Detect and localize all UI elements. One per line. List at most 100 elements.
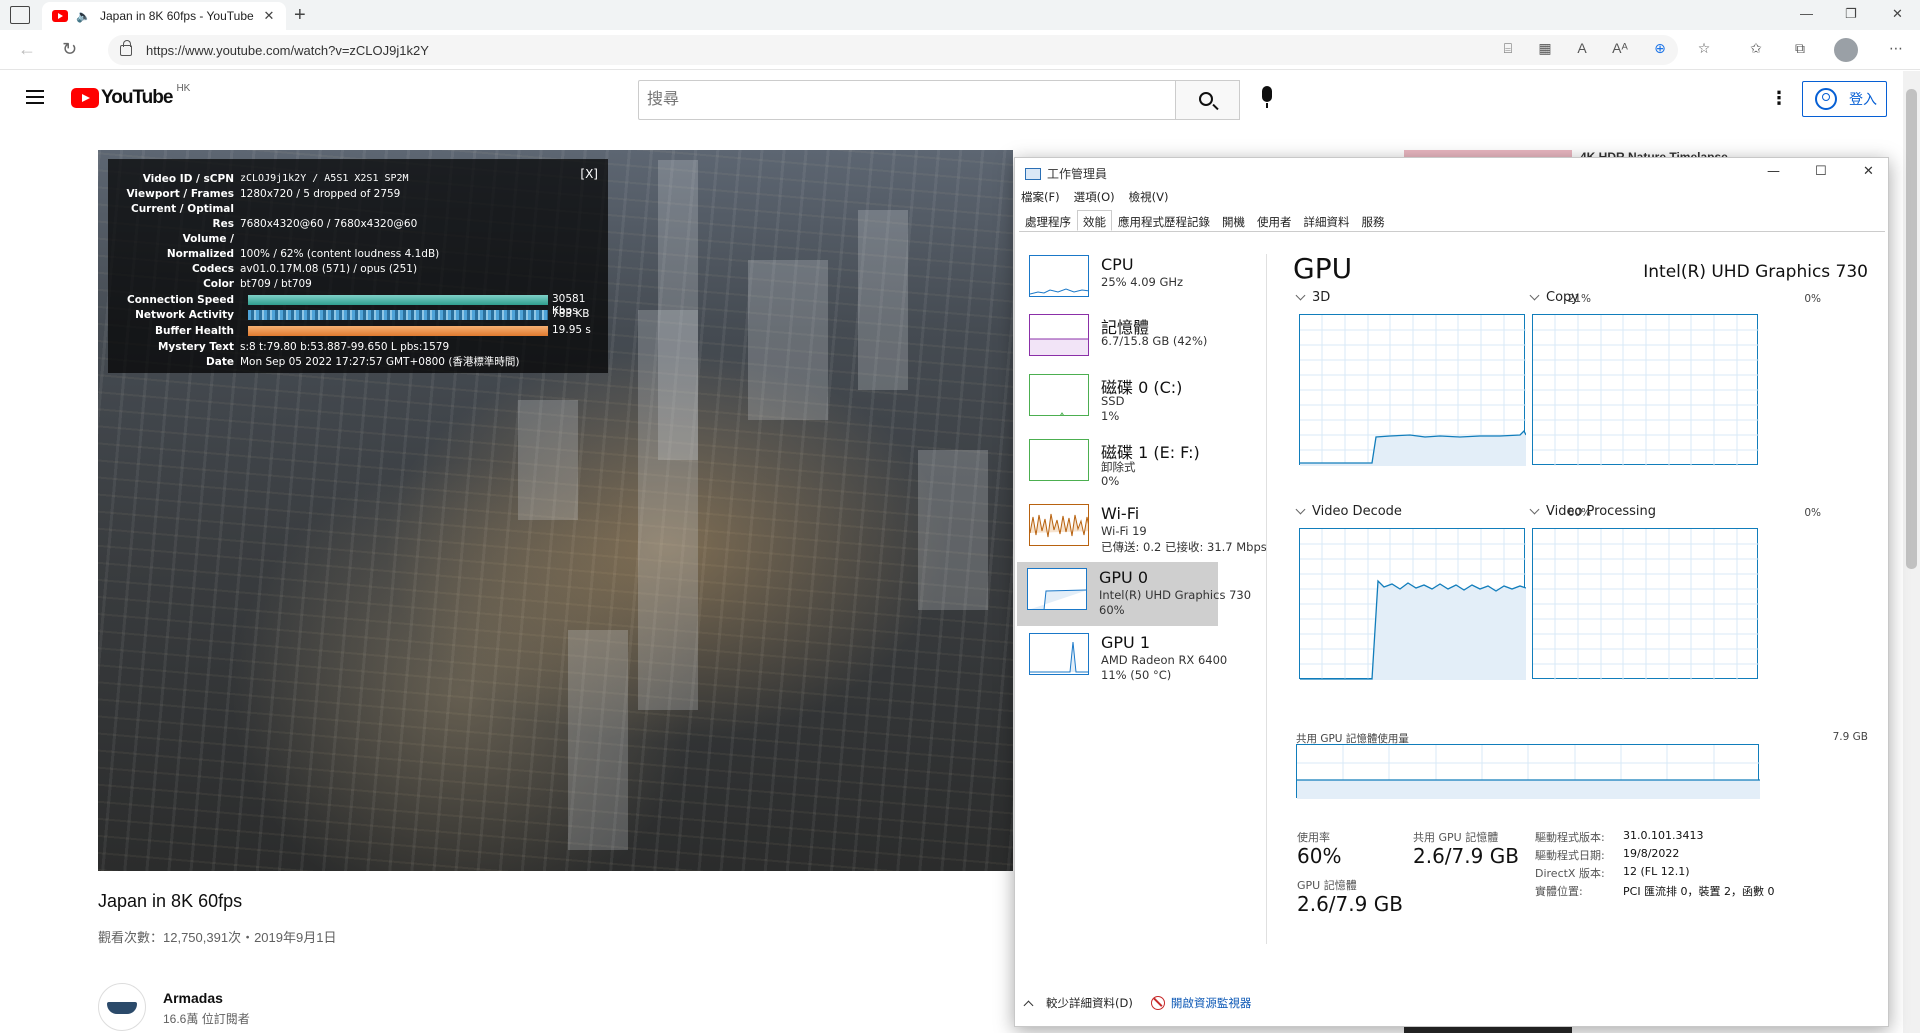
tab-details[interactable]: 詳細資料 <box>1298 210 1356 231</box>
favorites-icon[interactable]: ✩ <box>1746 40 1766 60</box>
stats-for-nerds-panel: [X] Video ID / sCPN zCLOJ9j1k2Y / A5S1 X2… <box>108 159 608 373</box>
tab-startup[interactable]: 開機 <box>1216 210 1251 231</box>
tab-performance[interactable]: 效能 <box>1077 210 1112 231</box>
stats-row: Codecs av01.0.17M.08 (571) / opus (251) <box>191 262 418 275</box>
graph-video-processing <box>1532 528 1759 680</box>
apps-icon[interactable]: ▦ <box>1535 40 1555 60</box>
task-manager-titlebar: 工作管理員 <box>1025 165 1107 182</box>
menu-options[interactable]: 選項(O) <box>1074 189 1115 205</box>
add-favorite-icon[interactable]: ☆ <box>1694 40 1714 60</box>
related-video-thumbnail[interactable] <box>1404 1026 1572 1033</box>
youtube-logo[interactable]: YouTube HK <box>71 83 190 109</box>
tm-close-icon[interactable]: ✕ <box>1863 164 1874 179</box>
fewer-details-button[interactable]: 較少詳細資料(D) <box>1046 995 1133 1011</box>
stats-row: Res 7680x4320@60 / 7680x4320@60 <box>212 217 418 230</box>
driver-date-row: 驅動程式日期: 19/8/2022 <box>1535 847 1680 862</box>
page-scrollbar[interactable] <box>1903 71 1920 1033</box>
search-icon <box>1199 92 1213 106</box>
stats-row: Video ID / sCPN zCLOJ9j1k2Y / A5S1 X2S1 S… <box>142 172 409 185</box>
extension-icon[interactable]: ⊕ <box>1650 40 1670 60</box>
menu-icon[interactable] <box>26 90 44 104</box>
resource-wifi[interactable]: Wi-Fi Wi-Fi 19 已傳送: 0.2 已接收: 31.7 Mbps <box>1019 498 1267 562</box>
engine-video-decode-selector[interactable]: Video Decode <box>1297 504 1402 519</box>
task-manager-title: 工作管理員 <box>1047 167 1108 181</box>
video-meta: 觀看次數：12,750,391次・2019年9月1日 <box>98 930 337 945</box>
stats-row: Mystery Text s:8 t:79.80 b:53.887-99.650 … <box>157 340 450 353</box>
menu-view[interactable]: 檢視(V) <box>1129 189 1169 205</box>
collections-icon[interactable]: ⧉ <box>1790 40 1810 60</box>
shared-gpu-memory-label: 共用 GPU 記憶體 <box>1413 831 1499 844</box>
resource-monitor-icon <box>1150 996 1165 1010</box>
close-window-icon[interactable]: ✕ <box>1892 6 1903 22</box>
url-field[interactable]: https://www.youtube.com/watch?v=zCLOJ9j1… <box>108 35 1678 65</box>
back-icon[interactable]: ← <box>18 39 36 60</box>
read-aloud-icon[interactable]: ⌸ <box>1498 40 1518 60</box>
tab-users[interactable]: 使用者 <box>1251 210 1298 231</box>
speaker-icon[interactable]: 🔈 <box>76 9 92 23</box>
tab-processes[interactable]: 處理程序 <box>1019 210 1077 231</box>
wifi-mini-graph <box>1029 504 1089 546</box>
restore-icon[interactable]: ❐ <box>1845 6 1857 22</box>
search-input[interactable] <box>638 80 1176 120</box>
address-bar: ← ↻ https://www.youtube.com/watch?v=zCLO… <box>0 30 1920 70</box>
gpu1-mini-graph <box>1029 633 1089 675</box>
resource-gpu-1[interactable]: GPU 1 AMD Radeon RX 6400 11% (50 °C) <box>1019 627 1227 691</box>
graph-video-decode <box>1299 528 1526 680</box>
resource-cpu[interactable]: CPU 25% 4.09 GHz <box>1019 249 1219 313</box>
task-manager-icon <box>1025 167 1041 180</box>
open-resource-monitor-link[interactable]: 開啟資源監視器 <box>1171 995 1252 1011</box>
profile-avatar[interactable] <box>1834 38 1858 62</box>
connection-speed-bar <box>248 295 548 305</box>
graph-video-processing-svg <box>1533 529 1759 680</box>
building <box>858 210 908 390</box>
engine-video-processing-percent: 0% <box>1804 507 1821 519</box>
close-tab-icon[interactable]: ✕ <box>262 8 276 24</box>
stats-row: Current / Optimal <box>131 202 234 215</box>
settings-more-icon[interactable]: ⋮ <box>1770 88 1788 109</box>
directx-version-row: DirectX 版本: 12 (FL 12.1) <box>1535 865 1690 880</box>
menu-file[interactable]: 檔案(F) <box>1021 189 1060 205</box>
video-player[interactable]: [X] Video ID / sCPN zCLOJ9j1k2Y / A5S1 X2… <box>98 150 1013 871</box>
tm-footer: 較少詳細資料(D) 開啟資源監視器 <box>1023 995 1252 1011</box>
new-tab-icon[interactable]: + <box>294 4 306 27</box>
disk0-mini-graph <box>1029 374 1089 416</box>
resource-gpu-0[interactable]: GPU 0 Intel(R) UHD Graphics 730 60% <box>1017 562 1251 626</box>
channel-avatar[interactable] <box>98 983 146 1031</box>
gpu-memory-value: 2.6/7.9 GB <box>1297 892 1403 916</box>
tab-services[interactable]: 服務 <box>1356 210 1391 231</box>
utilization-value: 60% <box>1297 844 1342 868</box>
minimize-icon[interactable]: — <box>1800 6 1813 21</box>
channel-name[interactable]: Armadas <box>163 990 223 1006</box>
engine-copy-selector[interactable]: Copy <box>1531 290 1579 305</box>
task-manager-window: 工作管理員 — ☐ ✕ 檔案(F) 選項(O) 檢視(V) 處理程序 效能 應用… <box>1014 157 1889 1027</box>
scrollbar-thumb[interactable] <box>1906 89 1917 569</box>
font-size-icon[interactable]: Aᴬ <box>1610 40 1630 60</box>
engine-video-processing-selector[interactable]: Video Processing <box>1531 504 1656 519</box>
tab-strip: 🔈 Japan in 8K 60fps - YouTube ✕ + — ❐ ✕ <box>0 0 1920 30</box>
graph-copy-svg <box>1533 315 1759 466</box>
resource-disk-1[interactable]: 磁碟 1 (E: F:) 卸除式 0% <box>1019 433 1219 497</box>
browser-tab[interactable]: 🔈 Japan in 8K 60fps - YouTube ✕ <box>42 2 286 30</box>
sign-in-button[interactable]: 登入 <box>1802 81 1887 117</box>
engine-3d-selector[interactable]: 3D <box>1297 290 1330 305</box>
tab-actions-icon[interactable] <box>10 6 30 24</box>
refresh-icon[interactable]: ↻ <box>62 39 77 60</box>
pane-divider[interactable] <box>1266 254 1267 944</box>
resource-disk-0[interactable]: 磁碟 0 (C:) SSD 1% <box>1019 368 1219 432</box>
stats-row: Color bt709 / bt709 <box>203 277 312 290</box>
browser-menu-icon[interactable]: ⋯ <box>1886 40 1906 60</box>
tm-maximize-icon[interactable]: ☐ <box>1815 164 1827 179</box>
youtube-wordmark: YouTube <box>101 87 173 108</box>
tm-minimize-icon[interactable]: — <box>1767 164 1780 179</box>
lock-icon[interactable] <box>120 39 132 56</box>
resource-memory[interactable]: 記憶體 6.7/15.8 GB (42%) <box>1019 308 1219 372</box>
graph-copy <box>1532 314 1759 466</box>
physical-location-row: 實體位置: PCI 匯流排 0，裝置 2，函數 0 <box>1535 885 1775 898</box>
search-button[interactable] <box>1176 80 1240 120</box>
immersive-reader-icon[interactable]: A <box>1572 40 1592 60</box>
tab-app-history[interactable]: 應用程式歷程記錄 <box>1112 210 1216 231</box>
buffer-health-bar <box>248 326 548 336</box>
microphone-icon[interactable] <box>1262 86 1272 108</box>
gpu-model: Intel(R) UHD Graphics 730 <box>1643 262 1868 282</box>
chevron-up-icon[interactable] <box>1023 1000 1034 1010</box>
